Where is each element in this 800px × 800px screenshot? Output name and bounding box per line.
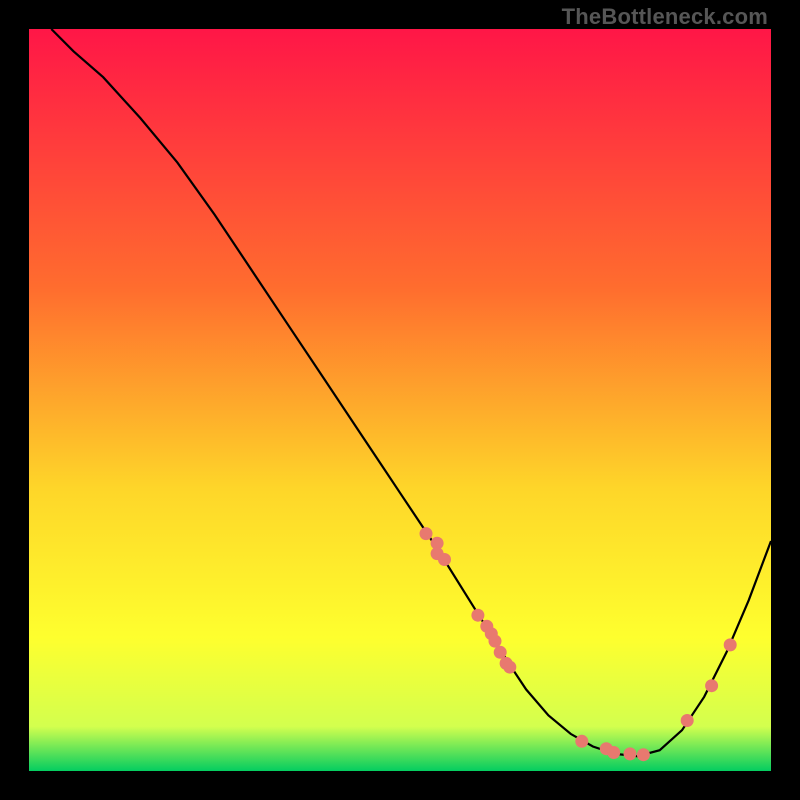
data-dot <box>575 735 588 748</box>
plot-area <box>29 29 771 771</box>
gradient-background <box>29 29 771 771</box>
data-dot <box>724 638 737 651</box>
data-dot <box>624 747 637 760</box>
chart-svg <box>29 29 771 771</box>
data-dot <box>494 646 507 659</box>
data-dot <box>420 527 433 540</box>
data-dot <box>637 748 650 761</box>
data-dot <box>471 609 484 622</box>
data-dot <box>503 661 516 674</box>
data-dot <box>705 679 718 692</box>
data-dot <box>681 714 694 727</box>
data-dot <box>607 746 620 759</box>
data-dot <box>438 553 451 566</box>
data-dot <box>489 635 502 648</box>
watermark-text: TheBottleneck.com <box>562 4 768 30</box>
